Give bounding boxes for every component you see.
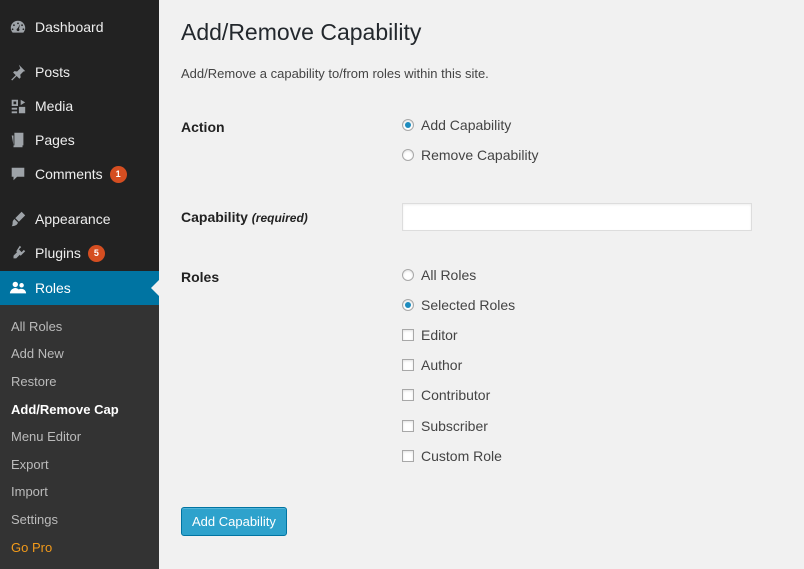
menu-label: Dashboard xyxy=(35,19,104,35)
menu-comments[interactable]: Comments 1 xyxy=(0,157,159,191)
media-icon xyxy=(8,96,28,116)
roles-all-option[interactable]: All Roles xyxy=(402,265,476,285)
option-label: All Roles xyxy=(421,267,477,283)
action-remove-capability-option[interactable]: Remove Capability xyxy=(402,145,539,165)
role-contributor-option[interactable]: Contributor xyxy=(402,385,490,405)
menu-media[interactable]: Media xyxy=(0,89,159,123)
submenu-settings[interactable]: Settings xyxy=(11,512,58,528)
add-capability-button[interactable]: Add Capability xyxy=(181,507,287,536)
option-label: Subscriber xyxy=(421,418,488,434)
menu-label: Plugins xyxy=(35,245,81,261)
option-label: Remove Capability xyxy=(421,147,539,163)
action-label: Action xyxy=(181,119,225,135)
menu-label: Posts xyxy=(35,64,71,80)
option-label: Custom Role xyxy=(421,448,502,464)
submenu-go-pro[interactable]: Go Pro xyxy=(11,540,52,556)
menu-label: Comments xyxy=(35,166,103,182)
option-label: Editor xyxy=(421,327,458,343)
submenu-menu-editor[interactable]: Menu Editor xyxy=(11,429,81,445)
pages-icon xyxy=(8,130,28,150)
menu-pages[interactable]: Pages xyxy=(0,123,159,157)
submenu-add-new[interactable]: Add New xyxy=(11,346,64,362)
page-description: Add/Remove a capability to/from roles wi… xyxy=(181,66,489,81)
roles-label: Roles xyxy=(181,269,220,285)
pin-icon xyxy=(8,62,28,82)
role-custom-option[interactable]: Custom Role xyxy=(402,446,502,466)
capability-label: Capability (required) xyxy=(181,209,308,225)
menu-roles[interactable]: Roles xyxy=(0,271,159,305)
custom-role-checkbox[interactable] xyxy=(402,450,414,462)
menu-label: Roles xyxy=(35,280,71,296)
menu-dashboard[interactable]: Dashboard xyxy=(0,10,159,44)
contributor-checkbox[interactable] xyxy=(402,389,414,401)
roles-selected-option[interactable]: Selected Roles xyxy=(402,295,515,315)
users-icon xyxy=(8,278,28,298)
option-label: Author xyxy=(421,357,463,373)
paintbrush-icon xyxy=(8,209,28,229)
page-title: Add/Remove Capability xyxy=(181,19,422,45)
dashboard-icon xyxy=(8,17,28,37)
option-label: Add Capability xyxy=(421,117,512,133)
action-add-capability-option[interactable]: Add Capability xyxy=(402,115,511,135)
editor-checkbox[interactable] xyxy=(402,329,414,341)
plugins-count-badge: 5 xyxy=(87,244,105,262)
author-checkbox[interactable] xyxy=(402,359,414,371)
capability-label-text: Capability xyxy=(181,209,248,225)
submenu-restore[interactable]: Restore xyxy=(11,374,57,390)
subscriber-checkbox[interactable] xyxy=(402,420,414,432)
main-content: Add/Remove Capability Add/Remove a capab… xyxy=(159,0,804,569)
capability-input[interactable] xyxy=(402,203,752,231)
submenu-all-roles[interactable]: All Roles xyxy=(11,319,62,335)
submenu-export[interactable]: Export xyxy=(11,457,49,473)
menu-label: Pages xyxy=(35,132,75,148)
option-label: Selected Roles xyxy=(421,297,516,313)
plugins-icon xyxy=(8,243,28,263)
submenu-import[interactable]: Import xyxy=(11,484,48,500)
menu-label: Appearance xyxy=(35,211,111,227)
menu-posts[interactable]: Posts xyxy=(0,55,159,89)
menu-label: Media xyxy=(35,98,74,114)
selected-roles-radio[interactable] xyxy=(402,299,414,311)
role-subscriber-option[interactable]: Subscriber xyxy=(402,416,488,436)
comments-count-badge: 1 xyxy=(109,165,127,183)
role-author-option[interactable]: Author xyxy=(402,355,462,375)
all-roles-radio[interactable] xyxy=(402,269,414,281)
role-editor-option[interactable]: Editor xyxy=(402,325,458,345)
roles-submenu: All Roles Add New Restore Add/Remove Cap… xyxy=(0,305,159,569)
remove-capability-radio[interactable] xyxy=(402,149,414,161)
submenu-add-remove-cap[interactable]: Add/Remove Cap xyxy=(11,402,119,418)
menu-plugins[interactable]: Plugins 5 xyxy=(0,236,159,270)
required-note: (required) xyxy=(251,211,308,225)
add-capability-radio[interactable] xyxy=(402,119,414,131)
admin-sidebar: Dashboard Posts Media Pages Comments 1 A… xyxy=(0,0,159,569)
option-label: Contributor xyxy=(421,387,491,403)
comments-icon xyxy=(8,164,28,184)
menu-appearance[interactable]: Appearance xyxy=(0,202,159,236)
